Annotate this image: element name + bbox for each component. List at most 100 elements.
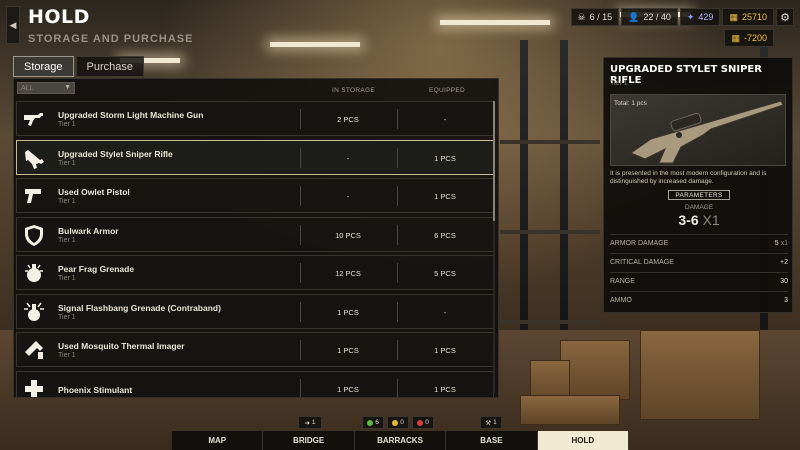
item-list: Upgraded Storm Light Machine Gun Tier 1 … xyxy=(16,101,494,397)
damage-range: 3-6 xyxy=(678,212,699,228)
item-name: Used Owlet Pistol xyxy=(58,187,130,197)
sniper-rifle-icon xyxy=(22,146,46,170)
stat-critical-damage: CRITICAL DAMAGE +2 xyxy=(610,253,788,271)
stat-ammo: AMMO 3 xyxy=(610,291,788,309)
stat-value: +2 xyxy=(780,259,788,266)
balance-change-value: -7200 xyxy=(743,33,767,43)
item-name: Phoenix Stimulant xyxy=(58,384,133,395)
item-name: Upgraded Stylet Sniper Rifle xyxy=(58,148,173,159)
crystal-resource: ✦ 429 xyxy=(679,8,721,26)
damage-value: 3-6 X1 xyxy=(604,212,794,228)
yellow-status-badge: 0 xyxy=(387,416,409,429)
kills-value: 6 / 15 xyxy=(589,12,613,22)
personnel-value: 22 / 40 xyxy=(643,12,671,22)
arrow-right-icon: ➜ xyxy=(304,419,310,427)
nav-map[interactable]: MAP xyxy=(172,431,264,450)
item-name: Signal Flashbang Grenade (Contraband) xyxy=(58,302,221,313)
item-tier: Tier 1 xyxy=(58,159,76,167)
tab-purchase[interactable]: Purchase xyxy=(75,56,145,77)
item-name: Pear Frag Grenade xyxy=(58,264,135,274)
list-item[interactable]: Signal Flashbang Grenade (Contraband) Ti… xyxy=(16,293,494,329)
medkit-icon xyxy=(22,377,46,397)
item-storage-count: 1 PCS xyxy=(337,384,359,394)
list-item[interactable]: Upgraded Stylet Sniper Rifle Tier 1 - 1 … xyxy=(16,139,494,175)
item-storage-count: 2 PCS xyxy=(337,115,359,124)
money-value: 25710 xyxy=(741,12,767,22)
balance-change: ▦ -7200 xyxy=(724,29,774,47)
nav-hold[interactable]: HOLD xyxy=(537,431,630,450)
coin-icon: ▦ xyxy=(729,11,738,22)
settings-button[interactable]: ⚙ xyxy=(776,8,794,26)
stat-label: ARMOR DAMAGE xyxy=(610,240,669,247)
filter-dropdown[interactable]: ALL ▼ xyxy=(17,82,75,94)
tab-bar: Storage Purchase xyxy=(13,56,145,77)
item-name: Bulwark Armor xyxy=(58,225,119,236)
item-details-panel: UPGRADED STYLET SNIPER RIFLE Tier 1 Tota… xyxy=(603,57,793,313)
thermal-imager-icon xyxy=(22,338,46,362)
chevron-left-icon: ◀ xyxy=(9,19,17,30)
crystal-value: 429 xyxy=(698,12,714,22)
page-title: HOLD xyxy=(28,6,90,28)
damage-multiplier: X1 xyxy=(702,212,720,228)
list-item[interactable]: Used Mosquito Thermal Imager Tier 1 1 PC… xyxy=(16,332,494,367)
green-status-badge: 6 xyxy=(362,416,384,429)
gear-icon: ⚙ xyxy=(780,11,790,24)
item-tier: Tier 1 xyxy=(58,352,76,359)
item-equipped-count: 5 PCS xyxy=(434,269,456,278)
list-item[interactable]: Upgraded Storm Light Machine Gun Tier 1 … xyxy=(16,101,494,136)
details-title: UPGRADED STYLET SNIPER RIFLE xyxy=(610,64,762,86)
item-storage-count: 1 PCS xyxy=(337,346,359,355)
item-name: Used Mosquito Thermal Imager xyxy=(58,341,185,351)
list-scrollbar-thumb[interactable] xyxy=(493,101,495,221)
stat-value: 30 xyxy=(780,278,788,285)
yellow-dot-icon xyxy=(392,419,399,426)
tab-storage[interactable]: Storage xyxy=(13,56,74,77)
details-description: It is presented in the most modern confi… xyxy=(610,170,767,185)
list-item[interactable]: Pear Frag Grenade Tier 1 12 PCS 5 PCS xyxy=(16,255,494,290)
personnel-resource: 👤 22 / 40 xyxy=(621,8,678,26)
list-item[interactable]: Phoenix Stimulant 1 PCS 1 PCS xyxy=(16,370,494,397)
resource-bar: ☠ 6 / 15 👤 22 / 40 ✦ 429 ▦ 25710 xyxy=(570,8,774,26)
stat-label: CRITICAL DAMAGE xyxy=(610,259,674,266)
item-storage-count: - xyxy=(346,153,350,163)
item-equipped-count: 1 PCS xyxy=(434,153,456,163)
item-equipped-count: - xyxy=(443,307,447,317)
stat-label: RANGE xyxy=(610,278,635,285)
money-resource: ▦ 25710 xyxy=(722,8,774,26)
red-status-badge: 0 xyxy=(412,416,434,429)
item-storage-count: 12 PCS xyxy=(335,269,361,278)
chevron-down-icon: ▼ xyxy=(64,84,71,91)
list-item[interactable]: Bulwark Armor Tier 1 10 PCS 6 PCS xyxy=(16,216,494,252)
nav-bridge[interactable]: BRIDGE xyxy=(263,431,355,450)
item-equipped-count: 1 PCS xyxy=(434,384,456,394)
item-equipped-count: - xyxy=(443,115,447,124)
nav-base[interactable]: BASE xyxy=(446,431,538,450)
column-header-equipped: EQUIPPED xyxy=(429,87,465,94)
damage-label: DAMAGE xyxy=(684,204,714,211)
green-dot-icon xyxy=(367,419,374,426)
stat-armor-damage: ARMOR DAMAGE 5 x1 xyxy=(610,234,788,252)
frag-grenade-icon xyxy=(22,261,46,285)
armor-shield-icon xyxy=(22,223,46,247)
list-item[interactable]: Used Owlet Pistol Tier 1 - 1 PCS xyxy=(16,178,494,213)
item-tier: Tier 1 xyxy=(58,236,76,244)
details-tier: Tier 1 xyxy=(610,80,628,87)
coin-icon: ▦ xyxy=(731,32,740,43)
item-tier: Tier 1 xyxy=(58,198,76,205)
item-storage-count: 10 PCS xyxy=(335,230,361,240)
filter-value: ALL xyxy=(21,84,34,92)
nav-barracks[interactable]: BARRACKS xyxy=(354,431,447,450)
item-storage-count: 1 PCS xyxy=(337,307,359,317)
base-badge: ⚒ 1 xyxy=(480,416,502,429)
item-tier: Tier 1 xyxy=(58,313,76,321)
back-button[interactable]: ◀ xyxy=(6,6,20,44)
item-tier: Tier 1 xyxy=(58,275,76,282)
map-badge: ➜ 1 xyxy=(298,416,322,429)
stat-label: AMMO xyxy=(610,297,632,304)
item-equipped-count: 1 PCS xyxy=(434,192,456,201)
item-list-panel: ALL ▼ IN STORAGE EQUIPPED Upgraded Storm… xyxy=(13,78,499,398)
crystal-icon: ✦ xyxy=(686,11,695,22)
item-equipped-count: 6 PCS xyxy=(434,230,456,240)
item-tier: Tier 1 xyxy=(58,121,76,128)
bottom-navigation: MAP BRIDGE BARRACKS BASE HOLD xyxy=(172,431,630,450)
